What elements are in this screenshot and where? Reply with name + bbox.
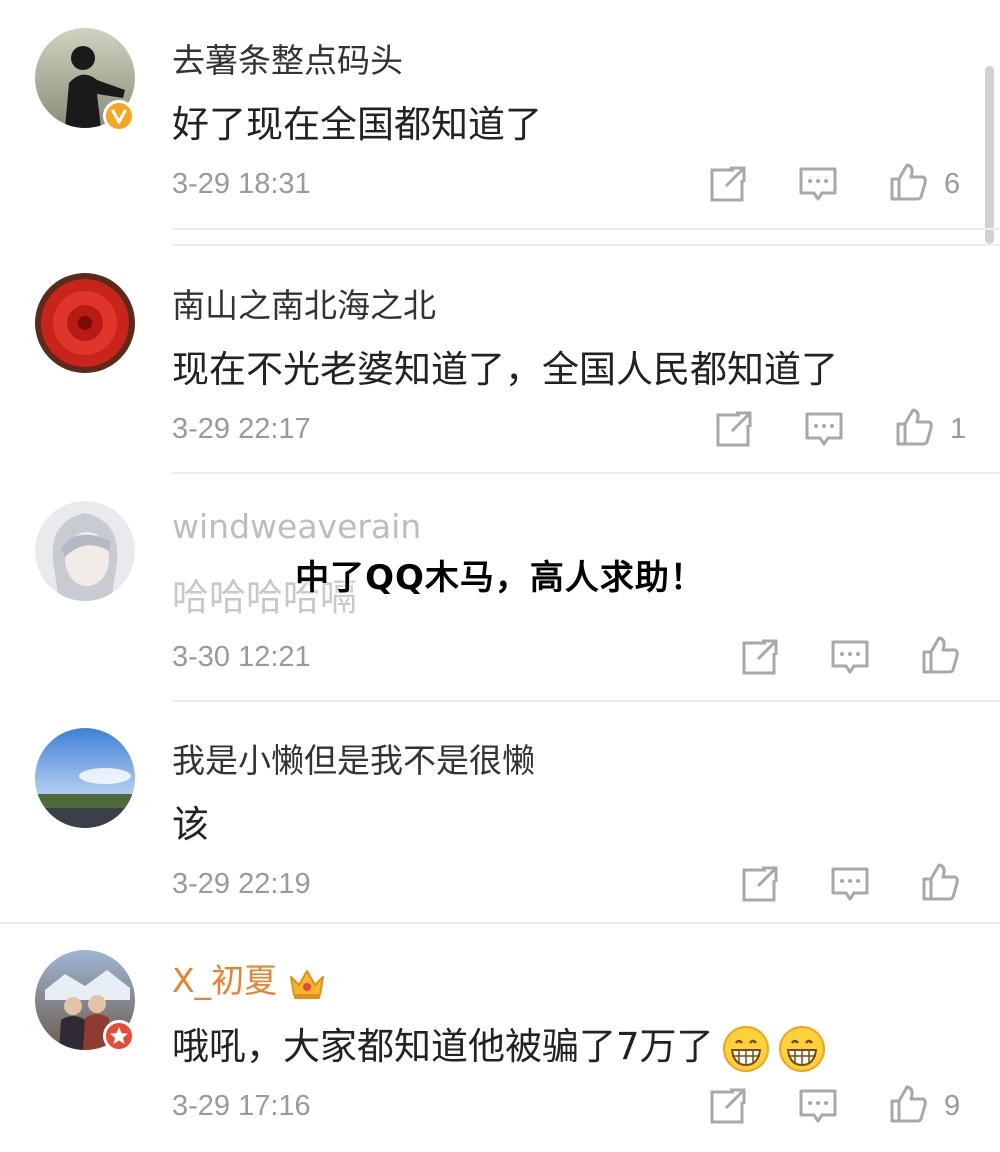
comment-text: 好了现在全国都知道了 [172, 103, 542, 146]
vip-star-icon [103, 1020, 135, 1052]
comment-icon[interactable] [798, 1086, 838, 1126]
username[interactable]: X_初夏 [172, 954, 327, 1002]
username[interactable]: 去薯条整点码头 [172, 34, 403, 82]
share-icon[interactable] [740, 864, 780, 904]
like-count: 6 [944, 168, 961, 200]
username-text: X_初夏 [172, 961, 278, 1000]
comment-text: 现在不光老婆知道了，全国人民都知道了 [172, 348, 838, 391]
comment-text: 哦吼，大家都知道他被骗了7万了 [172, 1016, 826, 1073]
divider [172, 700, 1000, 702]
crown-icon [287, 965, 327, 1001]
comment-icon[interactable] [830, 637, 870, 677]
username[interactable]: windweaverain [172, 507, 421, 546]
divider [0, 922, 1000, 924]
timestamp: 3-29 18:31 [172, 168, 311, 200]
timestamp: 3-30 12:21 [172, 641, 311, 673]
verified-badge-icon [103, 100, 135, 132]
like-icon[interactable] [920, 635, 960, 675]
timestamp: 3-29 22:19 [172, 868, 311, 900]
share-icon[interactable] [740, 637, 780, 677]
username[interactable]: 我是小懒但是我不是很懒 [172, 734, 535, 782]
like-icon[interactable] [920, 862, 960, 902]
divider [172, 472, 1000, 474]
grin-emoji-icon [778, 1025, 826, 1073]
grin-emoji-icon [722, 1025, 770, 1073]
like-count: 1 [950, 413, 967, 445]
comment-icon[interactable] [830, 864, 870, 904]
like-icon[interactable] [894, 407, 934, 447]
timestamp: 3-29 22:17 [172, 413, 311, 445]
scrollbar[interactable] [985, 66, 994, 244]
share-icon[interactable] [714, 409, 754, 449]
username[interactable]: 南山之南北海之北 [172, 279, 436, 327]
divider [172, 228, 1000, 230]
comment-text-content: 哦吼，大家都知道他被骗了7万了 [172, 1025, 714, 1068]
comment-icon[interactable] [804, 409, 844, 449]
comment-text: 该 [172, 803, 209, 846]
share-icon[interactable] [708, 164, 748, 204]
like-icon[interactable] [888, 162, 928, 202]
comment-icon[interactable] [798, 164, 838, 204]
user-avatar[interactable] [35, 273, 135, 373]
share-icon[interactable] [708, 1086, 748, 1126]
user-avatar[interactable] [35, 728, 135, 828]
timestamp: 3-29 17:16 [172, 1090, 311, 1122]
divider [172, 244, 1000, 246]
like-count: 9 [944, 1090, 961, 1122]
like-icon[interactable] [888, 1084, 928, 1124]
overlay-caption: 中了QQ木马，高人求助！ [295, 558, 705, 598]
